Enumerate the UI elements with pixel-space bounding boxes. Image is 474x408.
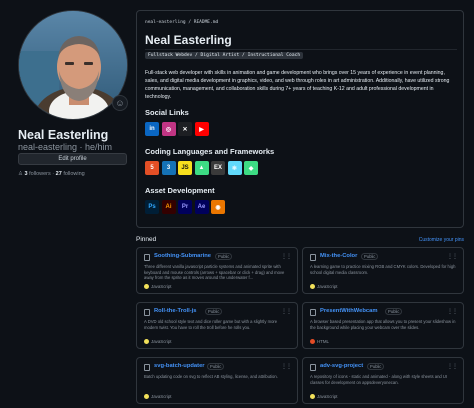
- following-count[interactable]: 27: [56, 171, 62, 177]
- repo-description: A learning game to practice mixing RGB a…: [310, 264, 456, 275]
- repo-language: JavaScript: [310, 394, 338, 399]
- repo-link[interactable]: Roll-the-Troll-js: [154, 308, 197, 314]
- photoshop-icon: Ps: [145, 200, 159, 214]
- edit-profile-button[interactable]: Edit profile: [18, 153, 127, 165]
- language-label: JavaScript: [151, 284, 172, 289]
- language-color-dot: [310, 339, 315, 344]
- language-color-dot: [310, 394, 315, 399]
- followers-count[interactable]: 3: [24, 171, 27, 177]
- coding-icons: 5 3 JS ▲ EX ⚛ ◆: [145, 161, 258, 175]
- followers-label[interactable]: followers: [29, 171, 51, 177]
- language-label: HTML: [317, 339, 329, 344]
- css3-icon: 3: [161, 161, 176, 175]
- readme-path[interactable]: neal-easterling / README.md: [145, 20, 218, 25]
- pinned-card: adv-svg-project Public ⋮⋮ A repository of i…: [302, 357, 464, 404]
- role-tagline: Fullstack Webdev / Digital Artist / Inst…: [145, 52, 304, 59]
- pinned-card: Mix-the-Color Public ⋮⋮ A learning game to …: [302, 247, 464, 294]
- repo-language: JavaScript: [310, 284, 338, 289]
- drag-handle-icon[interactable]: ⋮⋮: [281, 253, 292, 260]
- illustrator-icon: Ai: [161, 200, 176, 214]
- visibility-badge: Public: [207, 363, 225, 370]
- express-icon: EX: [211, 161, 225, 175]
- language-label: JavaScript: [317, 394, 338, 399]
- visibility-badge: Public: [361, 253, 379, 260]
- coding-heading: Coding Languages and Frameworks: [145, 147, 275, 156]
- youtube-icon[interactable]: ▶: [194, 122, 209, 136]
- customize-pins-link[interactable]: Customize your pins: [419, 237, 464, 243]
- visibility-badge: Public: [215, 253, 233, 260]
- profile-handle: neal-easterling · he/him: [18, 142, 113, 152]
- html5-icon: 5: [145, 161, 159, 175]
- repo-description: A browser based presentation app that al…: [310, 319, 456, 330]
- pinned-card: svg-batch-updater Public ⋮⋮ Batch updating …: [136, 357, 298, 404]
- social-links: in ◎ ✕ ▶: [145, 122, 209, 136]
- linkedin-icon[interactable]: in: [145, 122, 159, 136]
- repo-language: JavaScript: [144, 339, 172, 344]
- people-icon: ♙: [18, 171, 23, 177]
- instagram-icon[interactable]: ◎: [161, 122, 176, 136]
- visibility-badge: Public: [205, 308, 223, 315]
- divider: [145, 49, 457, 50]
- repo-icon: [310, 254, 316, 261]
- language-label: JavaScript: [317, 284, 338, 289]
- repo-link[interactable]: PresentWithWebcam: [320, 308, 378, 314]
- repo-description: Batch updating code on svg to reflect AB…: [144, 374, 278, 379]
- repo-link[interactable]: Mix-the-Color: [320, 253, 357, 259]
- pinned-card: PresentWithWebcam Public ⋮⋮ A browser based…: [302, 302, 464, 349]
- repo-icon: [144, 254, 150, 261]
- social-heading: Social Links: [145, 108, 189, 117]
- repo-description: Three different vanilla javascript parti…: [144, 264, 285, 280]
- javascript-icon: JS: [178, 161, 192, 175]
- language-color-dot: [144, 284, 149, 289]
- repo-icon: [144, 364, 150, 371]
- drag-handle-icon[interactable]: ⋮⋮: [281, 363, 292, 370]
- pinned-heading: Pinned: [136, 236, 157, 243]
- premiere-icon: Pr: [178, 200, 192, 214]
- after-effects-icon: Ae: [194, 200, 209, 214]
- repo-icon: [144, 309, 150, 316]
- repo-language: HTML: [310, 339, 329, 344]
- repo-link[interactable]: adv-svg-project: [320, 363, 363, 369]
- profile-name: Neal Easterling: [18, 128, 109, 142]
- asset-heading: Asset Development: [145, 186, 215, 195]
- repo-link[interactable]: Soothing-Submarine: [154, 253, 211, 259]
- repo-description: A DVD old school style text and dice rol…: [144, 319, 278, 330]
- repo-language: JavaScript: [144, 394, 172, 399]
- twitter-icon[interactable]: ✕: [178, 122, 192, 136]
- follow-stats: ♙ 3 followers · 27 following: [18, 171, 85, 177]
- react-icon: ⚛: [227, 161, 242, 175]
- repo-icon: [310, 364, 316, 371]
- blender-icon: ◉: [211, 200, 225, 214]
- bio-text: Full-stack web developer with skills in …: [145, 70, 450, 100]
- language-color-dot: [144, 339, 149, 344]
- drag-handle-icon[interactable]: ⋮⋮: [447, 308, 458, 315]
- set-status-button[interactable]: ☺: [112, 95, 128, 111]
- pinned-card: Soothing-Submarine Public ⋮⋮ Three differen…: [136, 247, 298, 294]
- visibility-badge: Public: [367, 363, 385, 370]
- visibility-badge: Public: [385, 308, 403, 315]
- pinned-card: Roll-the-Troll-js Public ⋮⋮ A DVD old schoo…: [136, 302, 298, 349]
- drag-handle-icon[interactable]: ⋮⋮: [447, 363, 458, 370]
- readme-title: Neal Easterling: [145, 33, 232, 47]
- android-studio-icon: ◆: [244, 161, 258, 175]
- repo-language: JavaScript: [144, 284, 172, 289]
- readme-card: neal-easterling / README.md Neal Easterl…: [136, 10, 464, 228]
- language-label: JavaScript: [151, 394, 172, 399]
- repo-icon: [310, 309, 316, 316]
- asset-icons: Ps Ai Pr Ae ◉: [145, 200, 225, 214]
- drag-handle-icon[interactable]: ⋮⋮: [447, 253, 458, 260]
- language-color-dot: [310, 284, 315, 289]
- drag-handle-icon[interactable]: ⋮⋮: [281, 308, 292, 315]
- android-icon: ▲: [194, 161, 209, 175]
- language-label: JavaScript: [151, 339, 172, 344]
- following-label[interactable]: following: [63, 171, 84, 177]
- repo-link[interactable]: svg-batch-updater: [154, 363, 205, 369]
- language-color-dot: [144, 394, 149, 399]
- repo-description: A repository of icons - static and anima…: [310, 374, 448, 385]
